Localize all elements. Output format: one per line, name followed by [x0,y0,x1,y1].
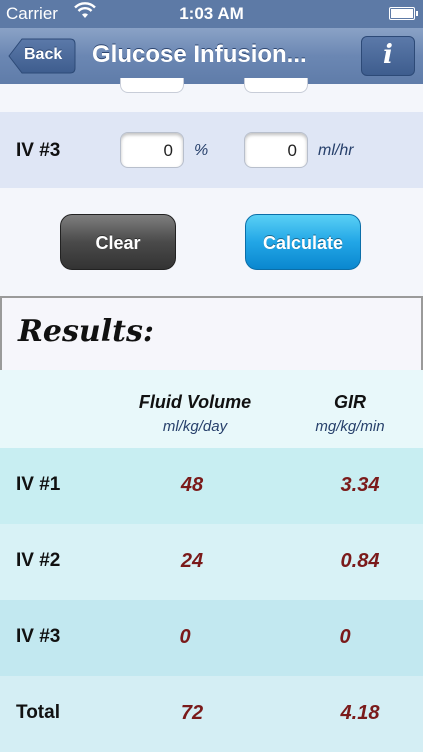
status-time: 1:03 AM [179,4,244,23]
iv3-percent-input[interactable]: 0 [120,132,184,168]
iv3-input-row: IV #3 0 % 0 ml/hr [0,112,423,188]
navigation-bar: Back Glucose Infusion... i [0,28,423,85]
fluid-volume-value: 48 [180,474,204,496]
gir-unit: mg/kg/min [315,418,385,435]
gir-value: 0 [339,626,351,648]
fluid-volume-value: 72 [180,702,204,724]
battery-icon [389,7,418,20]
previous-row-stub [0,78,423,112]
back-button-label: Back [24,46,63,63]
fluid-volume-title: Fluid Volume [138,392,252,412]
page-title: Glucose Infusion... [92,41,307,68]
gir-value: 4.18 [340,702,380,724]
table-row: IV #2 24 0.84 [0,524,423,600]
gir-value: 0.84 [340,550,380,572]
rate-unit: ml/hr [318,142,354,159]
calculate-button[interactable]: Calculate [245,214,361,270]
fluid-volume-value: 24 [180,550,204,572]
table-row: IV #3 0 0 [0,600,423,676]
fluid-volume-value: 0 [179,626,191,648]
table-row: Total 72 4.18 [0,676,423,752]
fluid-volume-unit: ml/kg/day [162,418,228,435]
battery-fill [391,9,413,18]
results-heading: Results: [18,314,154,349]
results-table: Fluid Volume ml/kg/day GIR mg/kg/min IV … [0,370,423,752]
clear-button[interactable]: Clear [60,214,176,270]
gir-header: GIR mg/kg/min [300,392,400,435]
gir-value: 3.34 [340,474,380,496]
iv3-input-label: IV #3 [16,140,61,161]
row-label: IV #1 [16,474,61,495]
gir-title: GIR [333,392,366,412]
field-stub [120,78,184,93]
field-stub [244,78,308,93]
button-area: Clear Calculate [0,188,423,296]
row-label: IV #2 [16,550,61,571]
results-header: Results: [0,296,423,372]
status-bar: Carrier 1:03 AM [0,0,423,28]
back-button[interactable]: Back [8,38,76,74]
iv3-rate-input[interactable]: 0 [244,132,308,168]
info-button[interactable]: i [361,36,415,76]
results-column-headers: Fluid Volume ml/kg/day GIR mg/kg/min [0,370,423,448]
percent-unit: % [194,142,209,159]
fluid-volume-header: Fluid Volume ml/kg/day [125,392,265,435]
row-label: IV #3 [16,626,61,647]
table-row: IV #1 48 3.34 [0,448,423,524]
row-label: Total [16,702,60,723]
